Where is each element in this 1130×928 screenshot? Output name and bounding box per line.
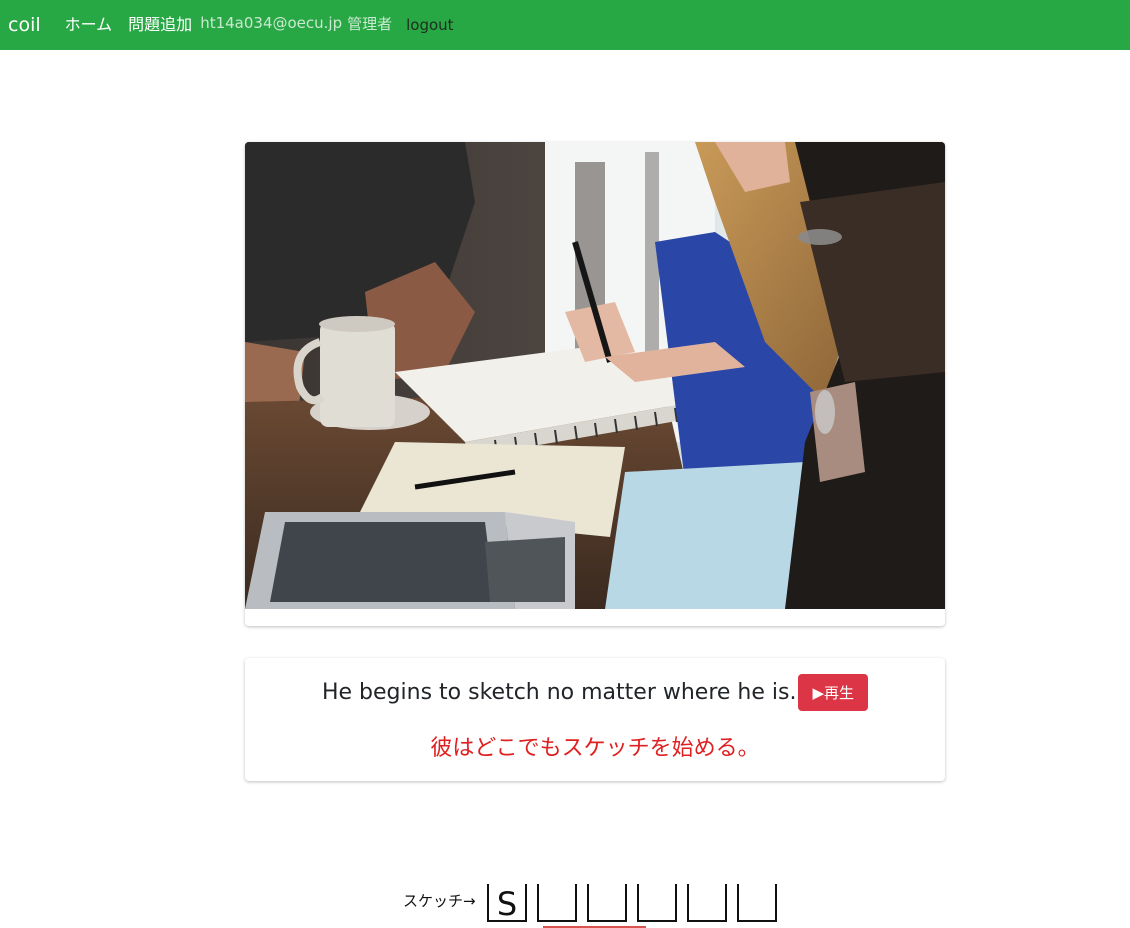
user-role: 管理者 (347, 14, 393, 33)
english-sentence: He begins to sketch no matter where he i… (321, 680, 797, 705)
letter-slot-4[interactable] (637, 884, 677, 922)
photo-card (245, 142, 945, 626)
word-quiz: スケッチ→ S (403, 884, 803, 928)
sentence-card: He begins to sketch no matter where he i… (245, 658, 945, 781)
letter-slot-5[interactable] (687, 884, 727, 922)
photo-students-sketching-image (245, 142, 945, 609)
letter-slot-1[interactable]: S (487, 884, 527, 923)
letter-slot-2[interactable] (537, 884, 577, 922)
japanese-translation: 彼はどこでもスケッチを始める。 (430, 736, 760, 761)
brand-link[interactable]: coil (8, 14, 41, 36)
nav-home-link[interactable]: ホーム (65, 11, 113, 35)
play-audio-button[interactable]: ▶再生 (798, 674, 869, 711)
user-email: ht14a034@oecu.jp (200, 14, 343, 32)
letter-slot-6[interactable] (737, 884, 777, 922)
english-row: He begins to sketch no matter where he i… (245, 674, 945, 711)
top-navbar: coil ホーム 問題追加 ht14a034@oecu.jp 管理者 logou… (0, 0, 1130, 50)
word-hint: スケッチ→ (403, 892, 476, 910)
letter-slot-3[interactable] (587, 884, 627, 922)
nav-add-question-link[interactable]: 問題追加 (128, 11, 192, 35)
logout-link[interactable]: logout (406, 16, 453, 34)
